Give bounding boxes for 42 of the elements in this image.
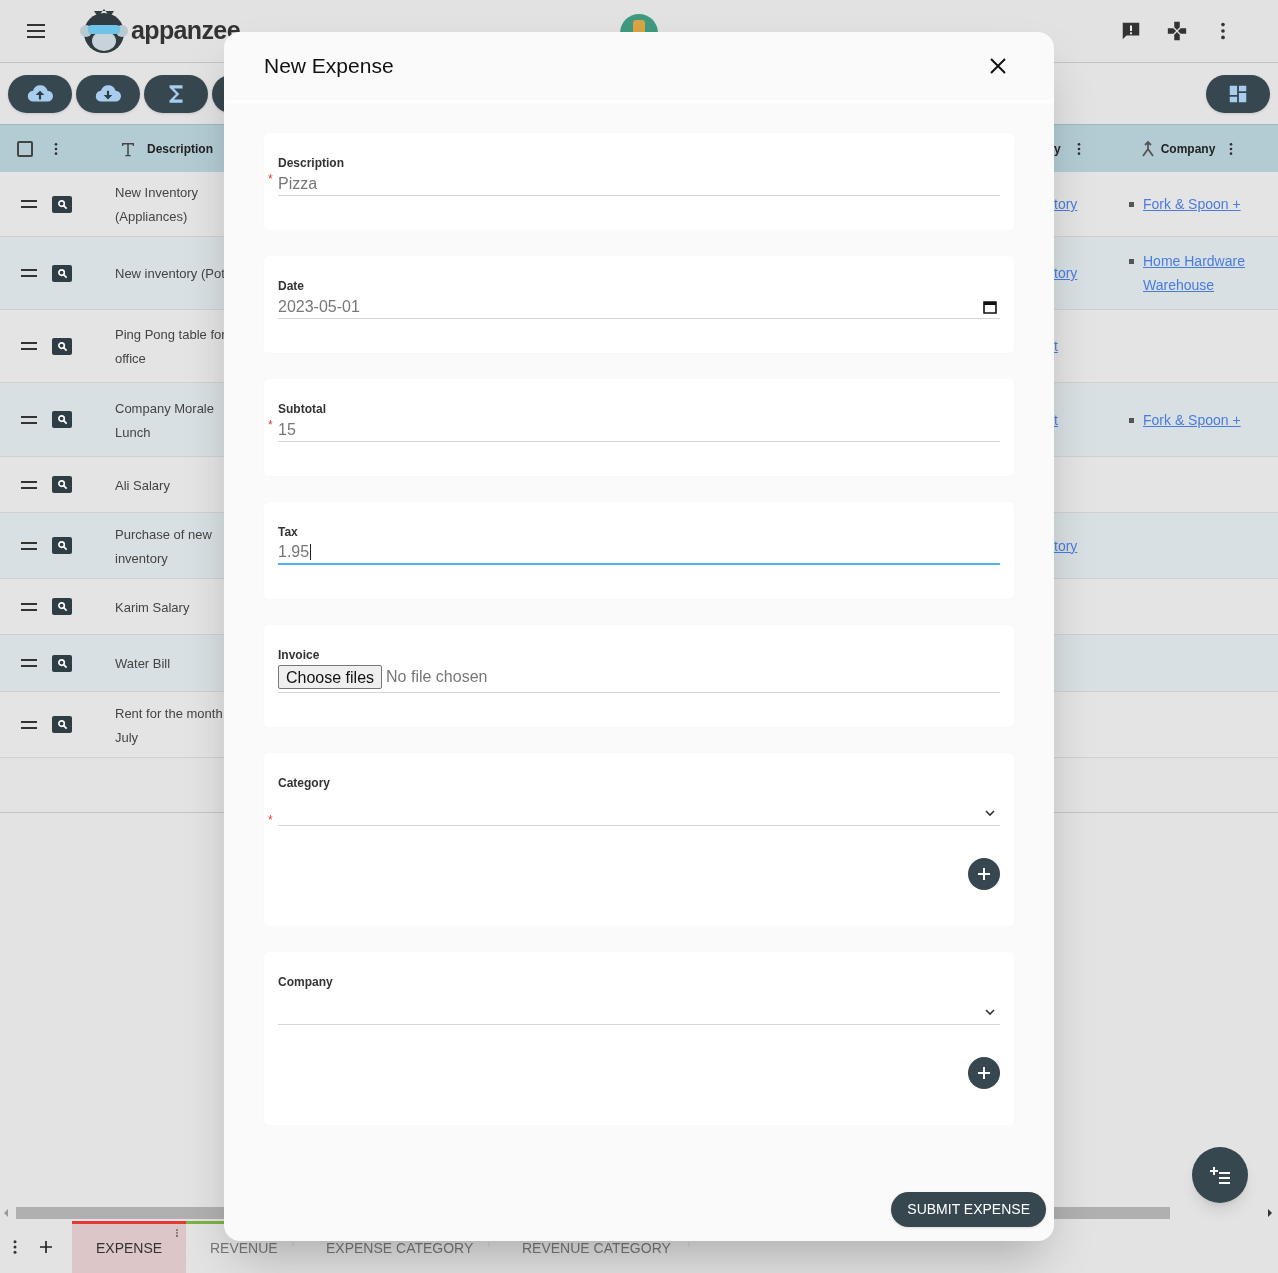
- category-link[interactable]: tory: [1054, 537, 1078, 554]
- category-link[interactable]: tory: [1054, 196, 1078, 212]
- table-cell: New Inventory (Appliances): [115, 185, 199, 224]
- input-field[interactable]: 15: [278, 418, 1000, 442]
- input-field[interactable]: 1.95: [278, 541, 1000, 565]
- category-link[interactable]: t: [1054, 338, 1058, 354]
- field-label: Invoice: [278, 647, 321, 664]
- sheet-tab[interactable]: EXPENSE CATEGORY: [302, 1221, 498, 1273]
- file-status: No file chosen: [386, 667, 488, 687]
- company-link[interactable]: Home Hardware Warehouse: [1143, 249, 1278, 297]
- sheet-tab[interactable]: EXPENSE: [72, 1221, 186, 1273]
- field-label: Subtotal: [278, 401, 327, 418]
- table-cell: New inventory (Pot: [115, 266, 225, 281]
- company-link[interactable]: Fork & Spoon +: [1143, 407, 1241, 432]
- choose-files-button[interactable]: Choose files: [278, 665, 383, 689]
- column-header[interactable]: Company: [1160, 139, 1216, 158]
- table-cell: Ali Salary: [115, 477, 170, 493]
- column-header[interactable]: y: [1054, 139, 1061, 158]
- table-cell: Purchase of new inventory: [115, 526, 212, 566]
- input-field[interactable]: 2023-05-01: [278, 295, 1000, 319]
- field-label: Category: [278, 775, 331, 792]
- required-mark: *: [268, 417, 273, 434]
- company-link[interactable]: Fork & Spoon +: [1143, 192, 1241, 216]
- submit-button[interactable]: SUBMIT EXPENSE: [891, 1192, 1046, 1227]
- table-cell: Karim Salary: [115, 599, 190, 615]
- field-label: Company: [278, 974, 334, 991]
- field-label: Tax: [278, 524, 299, 541]
- column-header[interactable]: Description: [147, 139, 213, 158]
- required-mark: *: [268, 812, 273, 829]
- category-link[interactable]: t: [1054, 411, 1058, 428]
- field-label: Date: [278, 278, 305, 295]
- category-link[interactable]: tory: [1054, 265, 1078, 281]
- table-cell: Rent for the month July: [115, 705, 223, 745]
- field-label: Description: [278, 155, 345, 172]
- table-cell: Ping Pong table for office: [115, 327, 226, 366]
- brand-name: appanzee: [131, 15, 240, 47]
- dialog-title: New Expense: [264, 53, 394, 80]
- table-cell: Company Morale Lunch: [115, 400, 214, 440]
- input-field[interactable]: Pizza: [278, 172, 1000, 196]
- table-cell: Water Bill: [115, 656, 171, 671]
- sheet-tab[interactable]: REVENUE CATEGORY: [498, 1221, 698, 1273]
- required-mark: *: [268, 171, 273, 188]
